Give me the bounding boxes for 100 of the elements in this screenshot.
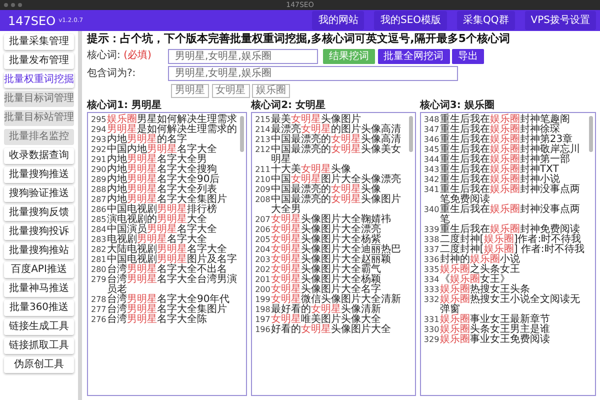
row-number: 283 (91, 235, 105, 245)
keyword-text: 内地男明星名字大全列表 (107, 185, 218, 195)
nav-link[interactable]: 我的SEO模版 (374, 11, 448, 30)
keyword-text: 最美女明星头像图片 (271, 115, 362, 125)
row-number: 291 (91, 155, 105, 165)
action-button[interactable]: 批量全网挖词 (378, 48, 450, 64)
sidebar-item[interactable]: 批量发布管理 (4, 53, 74, 69)
keyword-text: 重生后我在娱乐圈封神TXT (440, 165, 559, 175)
field-label: 包含词为?: (87, 68, 137, 80)
keyword-text: 内地男明星名字大全90后 (107, 175, 221, 185)
row-number: 206 (255, 225, 270, 235)
keyword-text: 中国女明星图片大全头像漂亮 (271, 175, 402, 185)
keyword-text: 台湾男明星名字大全陈 (107, 315, 208, 325)
keyword-text: 重生后我在娱乐圈封神第23章 (440, 135, 573, 145)
include-word-field[interactable]: 男明星,女明星,娱乐圈 (168, 66, 458, 81)
row-number: 203 (255, 255, 270, 265)
keyword-text: 重生后我在娱乐圈封神第一部 (440, 155, 571, 165)
nav-link[interactable]: 我的网站 (312, 11, 364, 30)
keyword-text: 二度封神[娱乐圈] 作者:时不待我 (440, 245, 586, 255)
keyword-text: 女明星头像图片大全名字 (271, 285, 382, 295)
row-number: 334 (424, 275, 438, 285)
keyword-text: 娱乐圈事业女王免费阅读 (440, 335, 551, 345)
keyword-text: 内地男明星的名字 (107, 135, 187, 145)
keyword-text: 女明星头像图片大全漂亮 (271, 225, 382, 235)
row-number: 210 (255, 175, 270, 185)
keyword-text: 内地男明星名字大全集图片 (107, 195, 228, 205)
scrollbar-thumb[interactable] (408, 116, 413, 152)
keyword-text: 重生后我在娱乐圈封神没事点两笔免费阅读 (440, 185, 581, 205)
row-number: 333 (424, 285, 438, 295)
core-word-field[interactable]: 男明星,女明星,娱乐圈 (168, 48, 318, 64)
row-number: 209 (255, 185, 270, 195)
column-title: 核心词1: 男明星 (87, 100, 162, 111)
sidebar-item[interactable]: 批量搜狗推送 (4, 167, 74, 183)
keyword-text: 十大美女明星头像 (271, 165, 352, 175)
sidebar-item[interactable]: 搜狗验证推送 (4, 186, 74, 202)
row-number: 200 (255, 285, 270, 295)
sidebar-item[interactable]: 批量360推送 (4, 300, 74, 316)
row-number: 281 (91, 255, 105, 265)
scrollbar-thumb[interactable] (588, 116, 593, 152)
sidebar-item[interactable]: 批量搜狗反馈 (4, 205, 74, 221)
keyword-text: 女明星微信头像图片大全清新 (271, 295, 402, 305)
sidebar-item[interactable]: 批量采集管理 (4, 34, 74, 50)
keyword-text: 重生后我在娱乐圈封神笔趣阁 (440, 115, 571, 125)
row-number: 199 (255, 295, 270, 305)
row-number: 337 (424, 245, 438, 255)
row-number: 201 (255, 275, 270, 285)
row-number: 212 (255, 145, 270, 156)
keyword-text: 重生后我在娱乐圈封神没事点两笔 (440, 205, 581, 225)
keyword-text: 女明星头像图片大全杨颖 (271, 275, 382, 285)
word-tag: 男明星 (171, 84, 209, 98)
keyword-text: 中国电视剧男明星排行榜 (107, 205, 218, 215)
row-number: 286 (91, 205, 105, 215)
keyword-text: 电视剧男明星名字大全 (107, 235, 208, 245)
row-number: 338 (424, 235, 438, 245)
nav-link[interactable]: 采集QQ群 (457, 11, 515, 30)
sidebar-item[interactable]: 批量神马推送 (4, 281, 74, 297)
row-number: 282 (91, 245, 105, 255)
keyword-text: 中国电视剧男明星图片及名字 (107, 255, 238, 265)
row-number: 292 (91, 145, 105, 155)
sidebar-item[interactable]: 链接生成工具 (4, 319, 74, 335)
row-number: 211 (255, 165, 270, 175)
row-number: 287 (91, 195, 105, 205)
keyword-text: 中国演员男明星名字大全 (107, 225, 218, 235)
row-number: 284 (91, 225, 105, 235)
sidebar-item[interactable]: 百度API推送 (4, 262, 74, 278)
sidebar-item[interactable]: 收录数据查询 (4, 148, 74, 164)
field-label: 核心词: (必填) (87, 50, 152, 62)
tip-text: 提示：占个坑，下个版本完善批量权重词挖掘,多核心词可英文逗号,隔开最多5个核心词 (87, 32, 512, 46)
sidebar-item[interactable]: 伪原创工具 (4, 357, 74, 373)
sidebar-item[interactable]: 批量权重词挖掘 (4, 72, 74, 88)
nav-link[interactable]: VPS拨号设置 (524, 11, 596, 30)
row-number: 276 (91, 315, 105, 325)
keyword-text: 中国最漂亮的女明星头像美女明星 (271, 145, 402, 165)
sidebar-item[interactable]: 批量搜狗推站 (4, 243, 74, 259)
scrollbar-thumb[interactable] (240, 116, 244, 152)
row-number: 344 (424, 155, 438, 165)
row-number: 289 (91, 175, 105, 185)
keyword-text: 中国最漂亮的女明星头像 (271, 185, 382, 195)
keyword-text: 好看的女明星头像图片大全 (271, 325, 392, 335)
keyword-text: 娱乐圈头条女王男主是谁 (440, 325, 551, 335)
keyword-text: 女明星头像图片大全鞠婧祎 (271, 215, 392, 225)
keyword-text: 台湾男明星名字大全集图片 (107, 305, 228, 315)
row-number: 214 (255, 125, 270, 135)
row-number: 198 (255, 305, 270, 315)
sidebar-item[interactable]: 批量搜狗投诉 (4, 224, 74, 240)
row-number: 197 (255, 315, 270, 325)
row-number: 213 (255, 135, 270, 145)
keyword-text: 女明星唯美图片头像大全 (271, 315, 382, 325)
keyword-text: 最好看的女明星头像清新 (271, 305, 382, 315)
word-tag: 女明星 (212, 84, 250, 98)
keyword-text: 中国最漂亮的女明星头像图片大全男 (271, 195, 402, 215)
row-number: 288 (91, 185, 105, 195)
row-number: 340 (424, 205, 438, 216)
keyword-text: 女明星头像图片大全迪丽热巴 (271, 245, 402, 255)
keyword-text: 娱乐圈之头条女王 (440, 265, 521, 275)
row-number: 202 (255, 265, 270, 275)
action-button[interactable]: 导出 (452, 48, 484, 64)
row-number: 278 (91, 295, 105, 305)
sidebar-item[interactable]: 链接抓取工具 (4, 338, 74, 354)
row-number: 343 (424, 165, 438, 175)
